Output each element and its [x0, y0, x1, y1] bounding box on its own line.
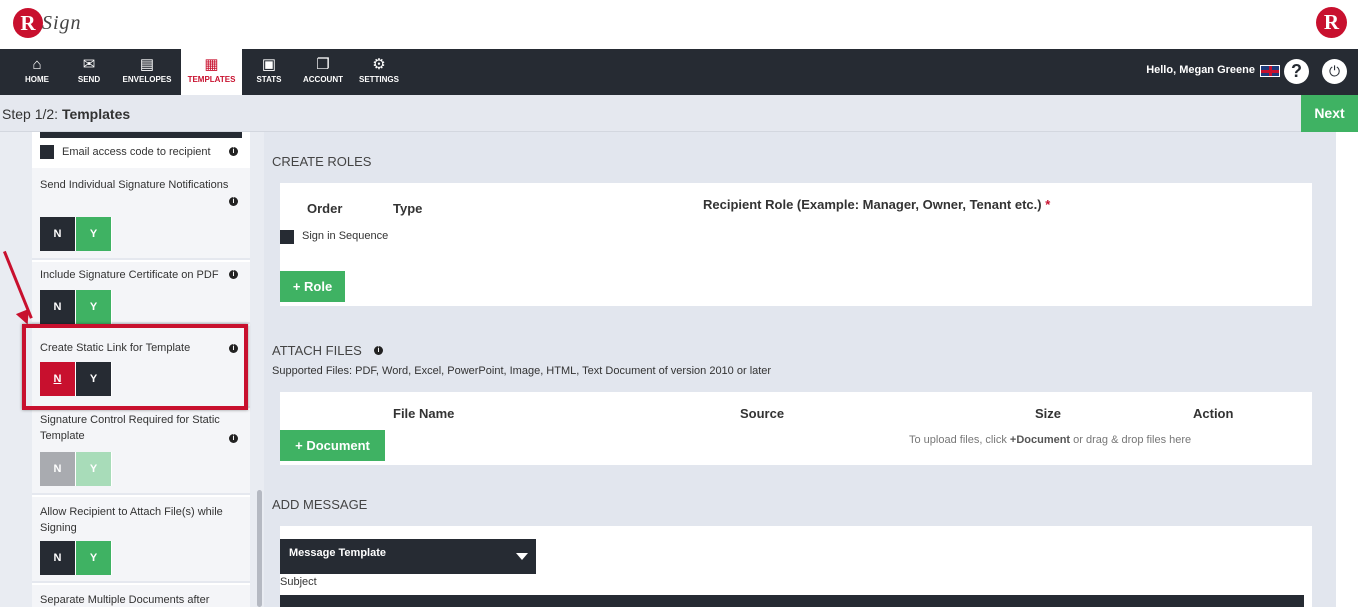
toggle-yes-button[interactable]: Y: [76, 541, 112, 575]
dropdown-label: Message Template: [289, 547, 387, 559]
toggle-no-button[interactable]: N: [40, 290, 76, 324]
send-individual-label: Send Individual Signature Notifications: [40, 179, 229, 191]
toggle-no-button[interactable]: N: [40, 452, 76, 486]
main-content: CREATE ROLES Order Type Recipient Role (…: [264, 132, 1336, 607]
chevron-down-icon: [516, 553, 528, 560]
email-access-checkbox[interactable]: [40, 145, 54, 159]
subject-input[interactable]: [280, 595, 1304, 607]
nav-label: HOME: [25, 75, 49, 84]
sidebar-field-bar: [40, 132, 242, 138]
main-nav: ⌂ HOME ✉ SEND ▤ ENVELOPES ▦ TEMPLATES ▣ …: [0, 49, 1358, 95]
attach-files-title: ATTACH FILES: [272, 343, 362, 358]
info-icon[interactable]: i: [229, 270, 238, 279]
sign-sequence-label: Sign in Sequence: [302, 230, 389, 242]
supported-files-text: Supported Files: PDF, Word, Excel, Power…: [272, 365, 772, 377]
send-individual-section: Send Individual Signature Notifications …: [32, 168, 250, 260]
nav-label: TEMPLATES: [187, 75, 236, 84]
gear-icon: ⚙: [372, 56, 386, 73]
templates-icon: ▦: [204, 56, 219, 73]
nav-envelopes[interactable]: ▤ ENVELOPES: [117, 49, 177, 95]
type-header: Type: [393, 201, 423, 216]
nav-templates[interactable]: ▦ TEMPLATES: [181, 49, 242, 95]
separate-docs-label: Separate Multiple Documents after: [40, 594, 210, 606]
add-document-button[interactable]: + Document: [280, 430, 385, 461]
annotation-highlight-box: [22, 324, 248, 410]
email-access-label: Email access code to recipient: [62, 146, 211, 158]
info-icon[interactable]: i: [229, 197, 238, 206]
separate-docs-section: Separate Multiple Documents after: [32, 585, 250, 607]
briefcase-icon: ▣: [261, 56, 277, 73]
hint-prefix: To upload files, click: [909, 434, 1010, 446]
toggle-yes-button[interactable]: Y: [76, 290, 112, 324]
send-individual-toggle: N Y: [40, 217, 112, 251]
logo-text: Sign: [42, 12, 82, 34]
create-roles-title: CREATE ROLES: [272, 154, 372, 169]
hint-bold: +Document: [1009, 434, 1071, 446]
right-gutter: [1336, 132, 1358, 607]
signature-control-toggle: N Y: [40, 452, 112, 486]
home-icon: ⌂: [32, 56, 42, 73]
file-name-header: File Name: [393, 406, 455, 421]
upload-hint: To upload files, click +Document or drag…: [909, 434, 1191, 446]
nav-send[interactable]: ✉ SEND: [64, 49, 114, 95]
nav-label: SEND: [77, 75, 101, 84]
nav-stats[interactable]: ▣ STATS: [247, 49, 291, 95]
nav-home[interactable]: ⌂ HOME: [12, 49, 62, 95]
toggle-yes-button[interactable]: Y: [76, 452, 112, 486]
include-cert-toggle: N Y: [40, 290, 112, 324]
next-button[interactable]: Next: [1301, 95, 1358, 132]
top-header: R Sign R: [0, 0, 1358, 49]
uk-flag-icon[interactable]: [1260, 65, 1280, 77]
help-icon[interactable]: ?: [1284, 59, 1309, 84]
info-icon[interactable]: i: [374, 346, 383, 355]
files-card: File Name Source Size Action + Document …: [280, 392, 1312, 465]
toggle-no-button[interactable]: N: [40, 217, 76, 251]
info-icon[interactable]: i: [229, 147, 238, 156]
toggle-yes-button[interactable]: Y: [76, 217, 112, 251]
sidebar-scrollbar[interactable]: [257, 490, 262, 607]
toggle-no-button[interactable]: N: [40, 541, 76, 575]
size-header: Size: [1035, 406, 1062, 421]
inbox-icon: ▤: [139, 56, 155, 73]
signature-control-section: Signature Control Required for Static Te…: [32, 410, 250, 495]
allow-attach-label: Allow Recipient to Attach File(s) while …: [40, 506, 223, 534]
include-cert-section: Include Signature Certificate on PDF i N…: [32, 262, 250, 324]
user-greeting[interactable]: Hello, Megan Greene: [1146, 64, 1255, 76]
recipient-role-text: Recipient Role (Example: Manager, Owner,…: [703, 197, 1042, 212]
hint-suffix: or drag & drop files here: [1070, 434, 1192, 446]
nav-account[interactable]: ❐ ACCOUNT: [298, 49, 348, 95]
rsign-logo-icon: R: [13, 8, 43, 38]
include-cert-label: Include Signature Certificate on PDF: [40, 269, 219, 281]
action-header: Action: [1193, 406, 1234, 421]
signature-control-label: Signature Control Required for Static Te…: [40, 414, 220, 442]
allow-attach-section: Allow Recipient to Attach File(s) while …: [32, 497, 250, 583]
files-icon: ❐: [316, 56, 330, 73]
step-bar: Step 1/2: Templates Next: [0, 95, 1358, 132]
sign-sequence-checkbox[interactable]: [280, 230, 294, 244]
step-title: Templates: [61, 106, 131, 122]
power-icon[interactable]: ⏻: [1322, 59, 1347, 84]
roles-card: Order Type Recipient Role (Example: Mana…: [280, 183, 1312, 306]
required-marker: *: [1045, 197, 1051, 212]
rpost-logo-icon: R: [1316, 7, 1347, 38]
nav-label: ACCOUNT: [303, 75, 343, 84]
step-prefix: Step 1/2:: [2, 106, 62, 122]
message-template-dropdown[interactable]: Message Template: [280, 539, 536, 574]
nav-label: ENVELOPES: [122, 75, 172, 84]
add-role-button[interactable]: + Role: [280, 271, 345, 302]
subject-label: Subject: [280, 576, 317, 588]
source-header: Source: [740, 406, 785, 421]
nav-settings[interactable]: ⚙ SETTINGS: [354, 49, 404, 95]
add-message-title: ADD MESSAGE: [272, 497, 368, 512]
nav-label: SETTINGS: [358, 75, 399, 84]
info-icon[interactable]: i: [229, 434, 238, 443]
allow-attach-toggle: N Y: [40, 541, 112, 575]
nav-label: STATS: [256, 75, 282, 84]
step-indicator: Step 1/2: Templates: [2, 106, 130, 122]
recipient-role-header: Recipient Role (Example: Manager, Owner,…: [703, 197, 1050, 212]
envelope-icon: ✉: [82, 56, 96, 73]
order-header: Order: [307, 201, 343, 216]
